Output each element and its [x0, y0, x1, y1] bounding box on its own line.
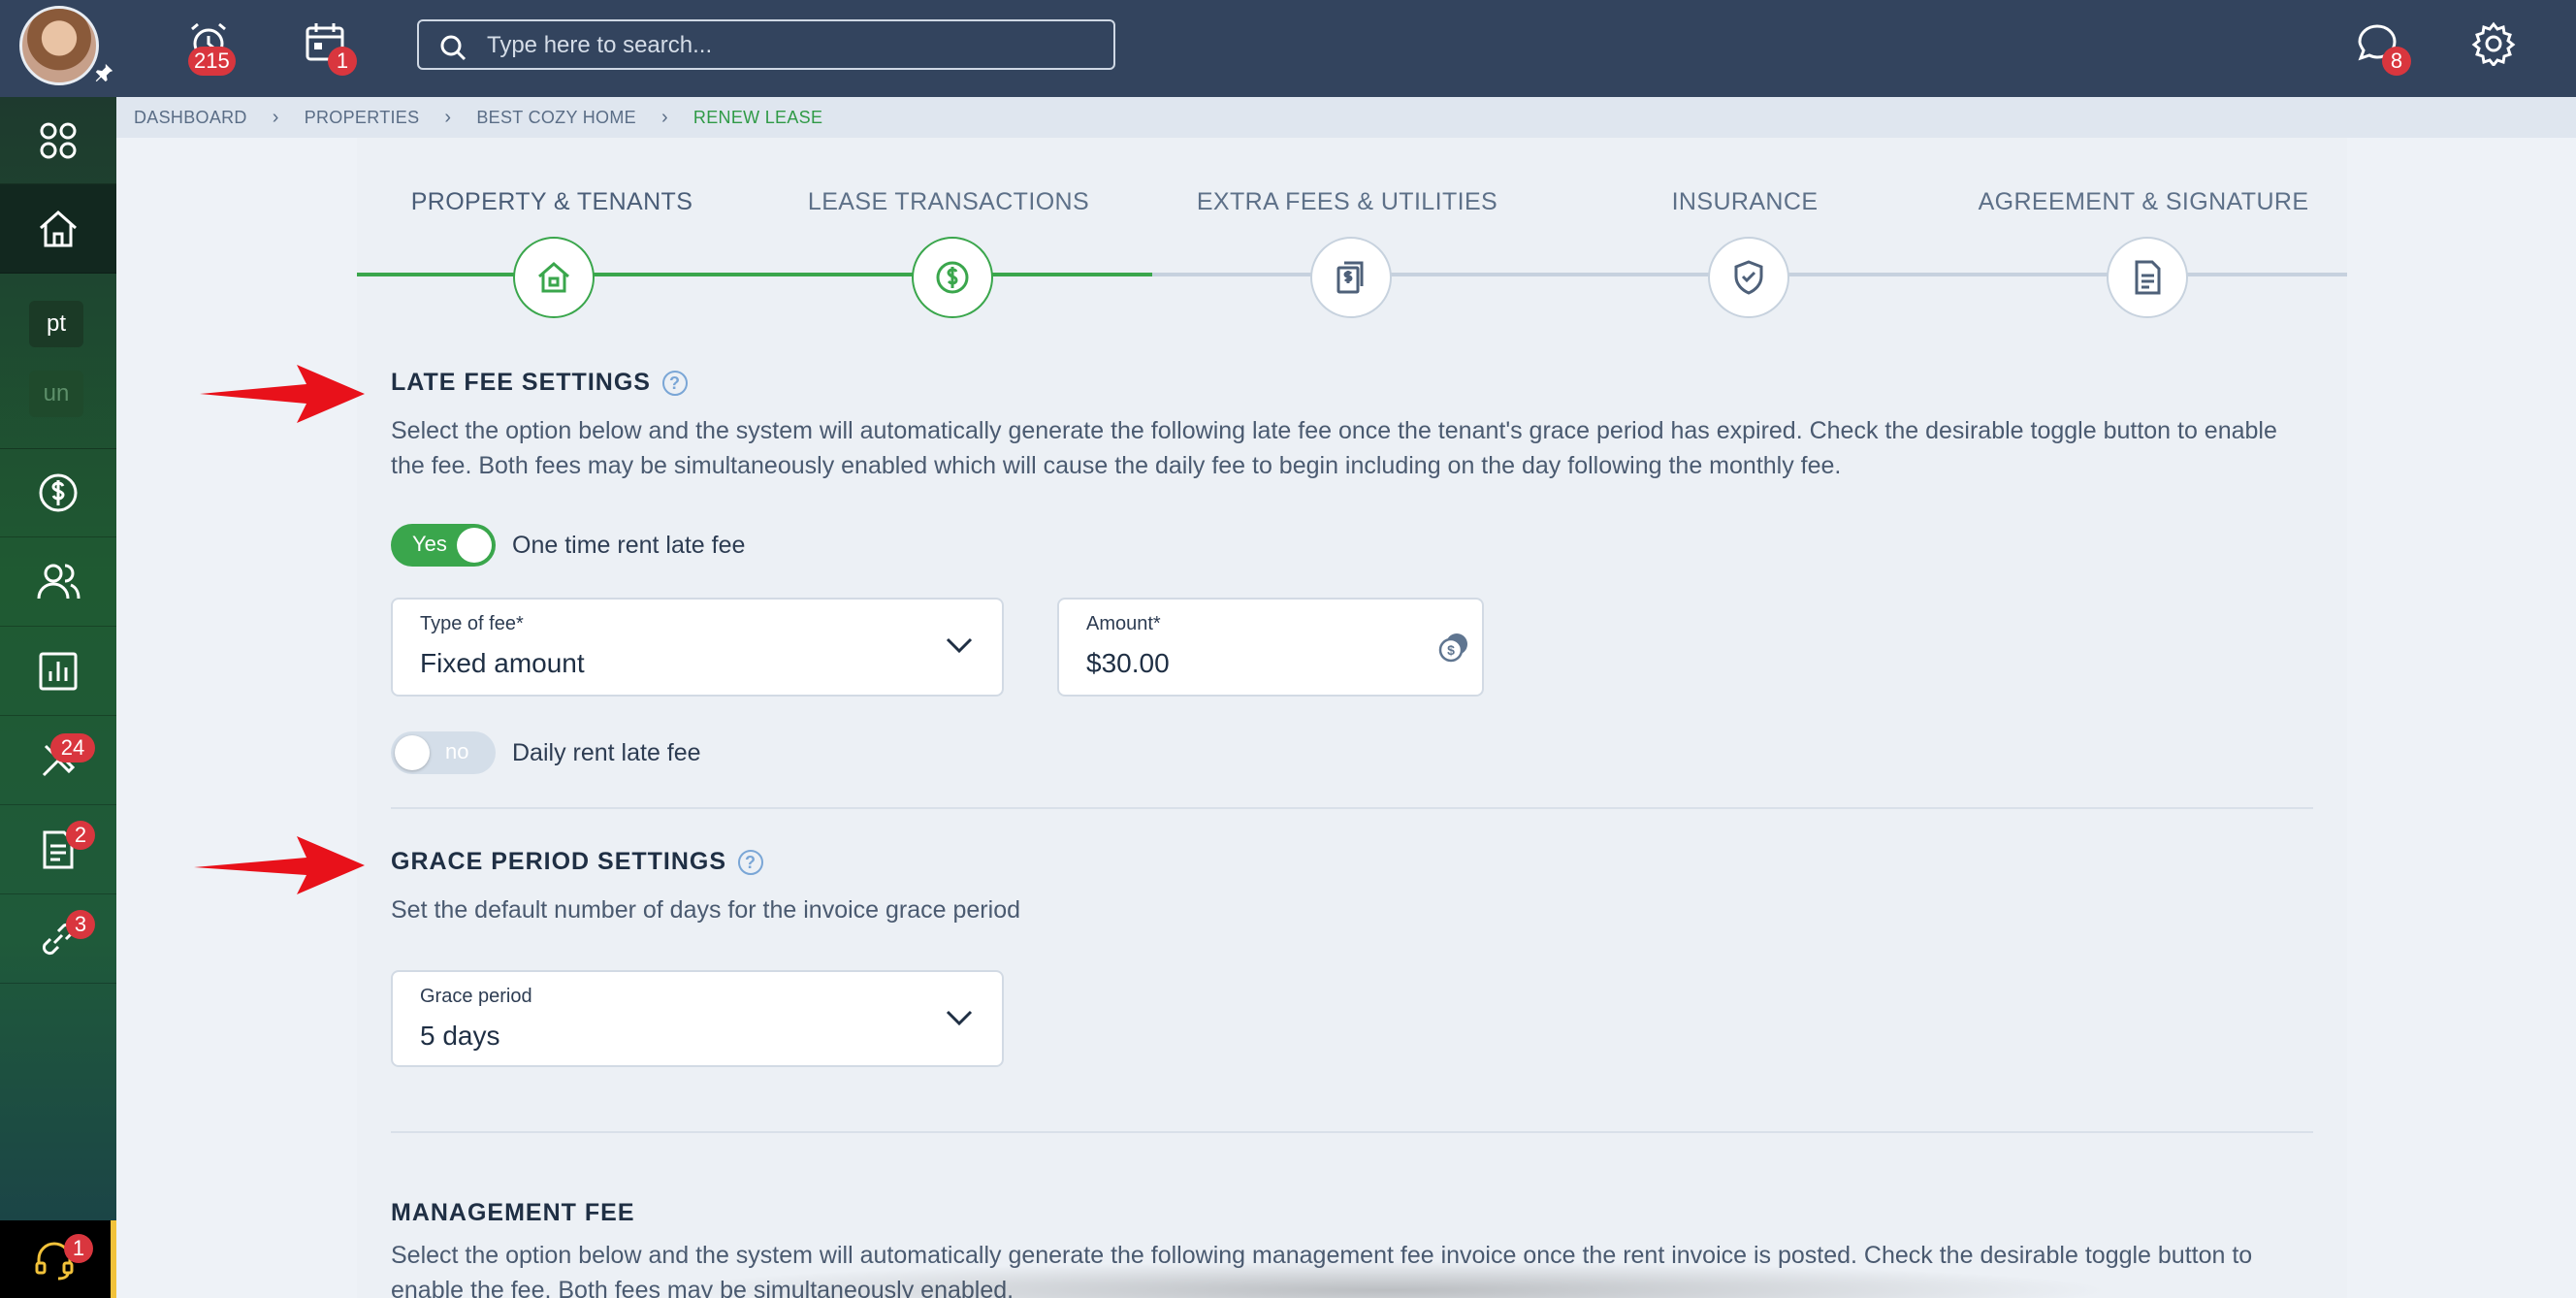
calendar-badge: 1 — [328, 47, 357, 76]
pin-icon — [93, 62, 114, 89]
sidebar-item-accounting[interactable] — [0, 448, 116, 537]
daily-late-fee-toggle[interactable]: no — [391, 731, 496, 774]
home-icon — [40, 210, 77, 246]
sidebar-chip-pt[interactable]: pt — [29, 301, 83, 347]
grace-period-title-text: GRACE PERIOD SETTINGS — [391, 848, 727, 875]
late-fee-title: LATE FEE SETTINGS? — [391, 369, 688, 397]
sidebar-item-apps[interactable] — [0, 97, 116, 184]
section-divider — [391, 1131, 2313, 1133]
late-fee-title-text: LATE FEE SETTINGS — [391, 369, 651, 396]
late-fee-description: Select the option below and the system w… — [391, 417, 2277, 479]
toggle-knob — [395, 735, 430, 770]
toggle-yes-label: Yes — [412, 532, 447, 556]
alarm-badge: 215 — [188, 47, 236, 76]
step-fees[interactable] — [1310, 237, 1392, 318]
dollar-circle-icon — [39, 473, 78, 511]
stepper-progress — [357, 273, 1152, 276]
gear-icon[interactable] — [2471, 21, 2516, 68]
one-time-late-fee-toggle[interactable]: Yes — [391, 524, 496, 567]
search-box[interactable] — [417, 19, 1115, 70]
chevron-right-icon: › — [444, 106, 452, 128]
documents-badge: 2 — [66, 821, 95, 850]
fee-type-value: Fixed amount — [420, 648, 585, 678]
step-label-property[interactable]: PROPERTY & TENANTS — [358, 188, 746, 216]
chevron-right-icon: › — [660, 106, 668, 128]
step-agreement[interactable] — [2107, 237, 2188, 318]
chevron-down-icon — [946, 1010, 973, 1026]
help-icon[interactable]: ? — [661, 371, 688, 397]
grace-period-description: Set the default number of days for the i… — [391, 896, 1020, 924]
breadcrumb-property[interactable]: BEST COZY HOME — [476, 108, 636, 128]
help-icon[interactable]: ? — [738, 850, 764, 876]
document-icon — [2135, 260, 2161, 295]
grace-period-select[interactable]: Grace period 5 days — [391, 970, 1004, 1067]
search-icon — [440, 35, 467, 61]
step-property[interactable] — [513, 237, 595, 318]
grace-period-title: GRACE PERIOD SETTINGS? — [391, 848, 764, 876]
amount-field[interactable]: Amount* $30.00 $ — [1057, 598, 1484, 697]
shield-icon — [1734, 260, 1763, 295]
grace-period-value: 5 days — [420, 1021, 500, 1051]
annotation-arrow-1 — [200, 365, 365, 423]
apps-grid-icon — [40, 122, 77, 158]
amount-value: $30.00 — [1086, 648, 1170, 678]
sidebar-item-reports[interactable] — [0, 627, 116, 716]
top-bar: 215 1 8 — [0, 0, 2576, 97]
chevron-down-icon — [946, 637, 973, 654]
chevron-right-icon: › — [272, 106, 279, 128]
grace-period-label: Grace period — [420, 986, 532, 1007]
toggle-knob — [457, 528, 492, 563]
links-badge: 3 — [66, 910, 95, 939]
chat-badge: 8 — [2382, 47, 2411, 76]
fee-type-select[interactable]: Type of fee* Fixed amount — [391, 598, 1004, 697]
breadcrumb-dashboard[interactable]: DASHBOARD — [134, 108, 247, 128]
sidebar-item-home[interactable] — [0, 184, 116, 274]
step-insurance[interactable] — [1708, 237, 1789, 318]
fee-type-label: Type of fee* — [420, 613, 524, 634]
house-icon — [538, 262, 569, 293]
support-button[interactable]: 1 — [0, 1220, 116, 1298]
sidebar-item-people[interactable] — [0, 537, 116, 627]
step-label-fees[interactable]: EXTRA FEES & UTILITIES — [1153, 188, 1541, 216]
dollar-circle-icon — [936, 261, 969, 294]
one-time-late-fee-label: One time rent late fee — [512, 532, 746, 559]
breadcrumb-current: RENEW LEASE — [692, 107, 823, 127]
sidebar-item-links[interactable] — [0, 894, 116, 984]
bar-chart-icon — [39, 652, 78, 690]
support-badge: 1 — [64, 1234, 93, 1263]
svg-text:$: $ — [1447, 642, 1455, 658]
bottom-shadow — [660, 1261, 2114, 1298]
management-fee-title: MANAGEMENT FEE — [391, 1199, 635, 1226]
user-avatar[interactable] — [19, 6, 99, 85]
daily-late-fee-label: Daily rent late fee — [512, 739, 701, 766]
sidebar-item-documents[interactable] — [0, 805, 116, 894]
search-input[interactable] — [487, 29, 1088, 62]
amount-label: Amount* — [1086, 613, 1161, 634]
step-label-agreement[interactable]: AGREEMENT & SIGNATURE — [1949, 188, 2337, 216]
section-divider — [391, 807, 2313, 809]
coins-icon: $ — [1438, 633, 1467, 663]
sidebar-chip-un[interactable]: un — [29, 371, 83, 417]
invoices-icon — [1336, 261, 1364, 294]
users-icon — [37, 564, 80, 599]
breadcrumb: DASHBOARD › PROPERTIES › BEST COZY HOME … — [116, 97, 2576, 138]
annotation-arrow-2 — [194, 836, 365, 894]
sidebar: pt un 24 2 3 — [0, 97, 116, 1298]
step-lease[interactable] — [912, 237, 993, 318]
breadcrumb-properties[interactable]: PROPERTIES — [305, 108, 420, 128]
step-label-lease[interactable]: LEASE TRANSACTIONS — [755, 188, 1143, 216]
maintenance-badge: 24 — [50, 733, 95, 763]
step-label-insurance[interactable]: INSURANCE — [1551, 188, 1939, 216]
toggle-no-label: no — [445, 739, 469, 763]
